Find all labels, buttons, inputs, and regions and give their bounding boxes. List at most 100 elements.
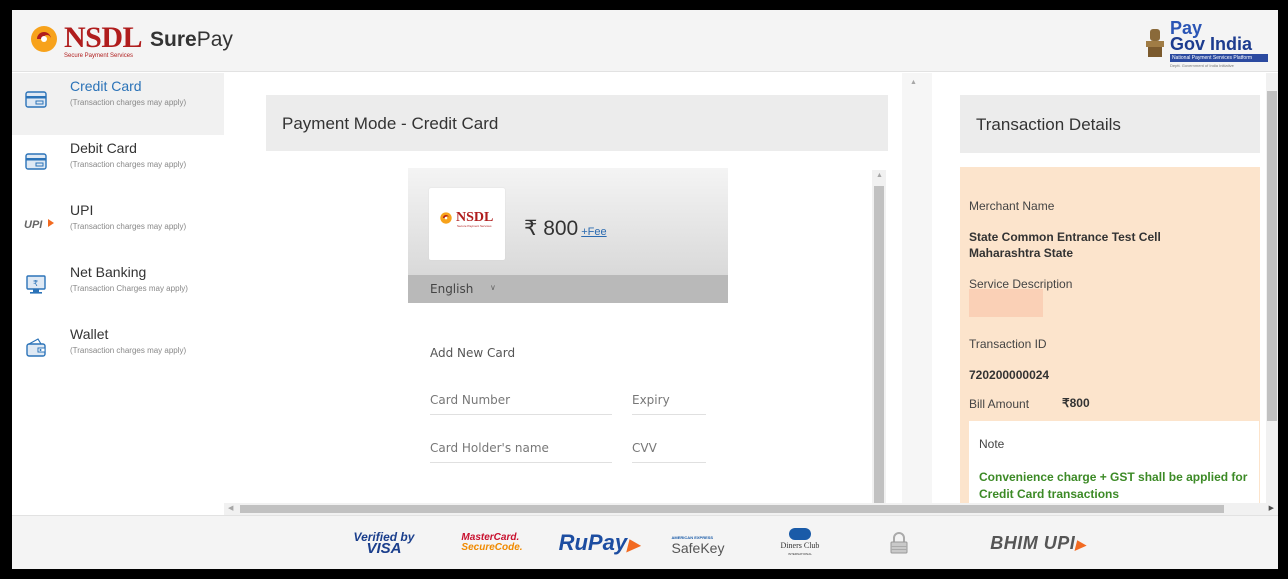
scroll-up-icon[interactable]: ▲	[876, 172, 883, 179]
payment-mode-sidebar: Credit Card (Transaction charges may app…	[12, 73, 224, 513]
transaction-id-label: Transaction ID	[969, 337, 1047, 351]
card-holder-name-field[interactable]: Card Holder's name	[430, 431, 612, 463]
transaction-details-header: Transaction Details	[960, 95, 1260, 153]
header: NSDL Secure Payment Services SurePay Pay…	[12, 10, 1278, 72]
footer-payment-logos: Verified by VISA MasterCard. SecureCode. R…	[12, 515, 1278, 569]
cvv-field[interactable]: CVV	[632, 431, 706, 463]
sidebar-item-note: (Transaction charges may apply)	[70, 98, 187, 107]
checkout-scrollbar[interactable]: ▲	[872, 170, 886, 513]
upi-arrow-icon: ▶	[1075, 536, 1086, 552]
surepay-wordmark: SurePay	[150, 28, 233, 52]
diners-circle-icon	[788, 528, 811, 540]
nsdl-surepay-logo: NSDL Secure Payment Services SurePay	[28, 21, 233, 59]
sidebar-item-label: Wallet	[70, 326, 109, 342]
india-emblem-icon	[1142, 27, 1168, 61]
scrollbar-thumb[interactable]	[874, 186, 884, 513]
language-value: English	[430, 282, 474, 296]
merchant-name-value: State Common Entrance Test Cell Maharash…	[969, 230, 1161, 260]
nsdl-emblem-icon	[440, 212, 452, 224]
sidebar-item-label: Debit Card	[70, 140, 137, 156]
lock-icon	[884, 516, 914, 569]
nsdl-emblem-icon	[28, 24, 60, 54]
diners-club-logo: Diners Club INTERNATIONAL	[764, 516, 836, 569]
surepay-bold: Sure	[150, 28, 197, 51]
page-title: Payment Mode - Credit Card	[282, 114, 499, 133]
merchant-name-label: Merchant Name	[969, 199, 1055, 213]
sidebar-item-label: Net Banking	[70, 264, 147, 280]
paygov-sub-text: Deptt. Government of India Initiative	[1170, 63, 1234, 68]
transaction-details-title: Transaction Details	[976, 115, 1121, 134]
panel-gap: ▲	[902, 73, 932, 513]
amount-value: ₹ 800	[524, 217, 579, 240]
bill-amount-value: ₹800	[1062, 396, 1090, 410]
sidebar-item-note: (Transaction charges may apply)	[70, 222, 187, 231]
transaction-details-body: Merchant Name State Common Entrance Test…	[960, 167, 1260, 513]
sidebar-item-debit-card[interactable]: Debit Card (Transaction charges may appl…	[12, 135, 224, 197]
paygov-bar-text: National Payment Services Platform	[1170, 54, 1268, 62]
scroll-up-icon[interactable]: ▲	[910, 79, 917, 86]
card-form: Add New Card Card Number Expiry Card Hol…	[408, 303, 728, 513]
verified-by-visa-logo: Verified by VISA	[348, 516, 420, 569]
fee-link[interactable]: +Fee	[581, 226, 606, 238]
nsdl-tagline: Secure Payment Services	[64, 53, 134, 59]
bill-amount-label: Bill Amount	[969, 397, 1030, 411]
diners-text: Diners Club	[780, 541, 820, 550]
bhim-upi-logo: BHIM UPI▶	[978, 516, 1098, 569]
add-new-card-heading: Add New Card	[430, 346, 516, 360]
card-holder-placeholder: Card Holder's name	[430, 441, 549, 455]
sidebar-item-credit-card[interactable]: Credit Card (Transaction charges may app…	[12, 73, 224, 135]
merchant-logo-tagline: Secure Payment Services	[457, 224, 492, 228]
credit-card-icon	[24, 87, 48, 111]
sidebar-item-note: (Transaction Charges may apply)	[70, 284, 188, 293]
securecode-text: SecureCode.	[461, 542, 523, 553]
rupay-logo: RuPay▶	[556, 516, 642, 569]
svg-text:UPI: UPI	[24, 219, 43, 231]
expiry-placeholder: Expiry	[632, 393, 670, 407]
chevron-down-icon: ∨	[490, 283, 496, 292]
checkout-summary: NSDL Secure Payment Services ₹ 800 +Fee	[408, 168, 728, 275]
note-text: Convenience charge + GST shall be applie…	[979, 470, 1248, 501]
sidebar-item-note: (Transaction charges may apply)	[70, 346, 187, 355]
payment-amount: ₹ 800 +Fee	[524, 216, 607, 241]
sidebar-item-label: Credit Card	[70, 78, 142, 94]
checkout-frame: NSDL Secure Payment Services ₹ 800 +Fee E…	[408, 168, 888, 513]
surepay-rest: Pay	[196, 28, 233, 51]
horizontal-scrollbar[interactable]: ◀ ▶	[224, 503, 1278, 515]
sidebar-item-label: UPI	[70, 202, 94, 218]
transaction-details-panel: Transaction Details Merchant Name State …	[944, 73, 1266, 513]
sidebar-item-upi[interactable]: UPI UPI (Transaction charges may apply)	[12, 197, 224, 259]
paygov-gov-india: Gov India	[1170, 34, 1253, 54]
cvv-placeholder: CVV	[632, 441, 657, 455]
payment-content: Payment Mode - Credit Card NSDL Secure P…	[234, 73, 902, 513]
scrollbar-thumb[interactable]	[240, 505, 1224, 513]
service-description-value-masked	[969, 289, 1043, 317]
nsdl-brand-text: NSDL	[64, 21, 143, 54]
amex-safekey-logo: AMERICAN EXPRESS SafeKey	[664, 516, 732, 569]
merchant-logo: NSDL Secure Payment Services	[429, 188, 505, 260]
scroll-right-icon[interactable]: ▶	[1269, 504, 1274, 512]
language-selector[interactable]: English ∨	[408, 275, 728, 303]
scroll-left-icon[interactable]: ◀	[228, 504, 233, 512]
safekey-text: SafeKey	[671, 539, 725, 556]
wallet-icon	[24, 335, 48, 359]
transaction-id-value: 720200000024	[969, 368, 1050, 382]
net-banking-icon: ₹	[24, 273, 48, 297]
diners-sub-text: INTERNATIONAL	[788, 552, 812, 556]
rupay-text: RuPay	[558, 530, 628, 555]
page-scrollbar[interactable]	[1266, 73, 1278, 513]
payment-window: NSDL Secure Payment Services SurePay Pay…	[12, 10, 1278, 569]
expiry-field[interactable]: Expiry	[632, 383, 706, 415]
sidebar-item-net-banking[interactable]: ₹ Net Banking (Transaction Charges may a…	[12, 259, 224, 321]
rupay-arrow-icon: ▶	[627, 537, 640, 554]
visa-text: VISA	[366, 540, 402, 557]
card-number-placeholder: Card Number	[430, 393, 511, 407]
sidebar-item-wallet[interactable]: Wallet (Transaction charges may apply)	[12, 321, 224, 383]
note-label: Note	[979, 437, 1005, 451]
mastercard-securecode-logo: MasterCard. SecureCode.	[452, 516, 532, 569]
card-number-field[interactable]: Card Number	[430, 383, 612, 415]
scrollbar-thumb[interactable]	[1267, 91, 1277, 421]
sidebar-item-note: (Transaction charges may apply)	[70, 160, 187, 169]
note-box: Note Convenience charge + GST shall be a…	[969, 421, 1259, 513]
paygov-logo: Pay Gov India National Payment Services …	[1142, 19, 1270, 68]
debit-card-icon	[24, 149, 48, 173]
